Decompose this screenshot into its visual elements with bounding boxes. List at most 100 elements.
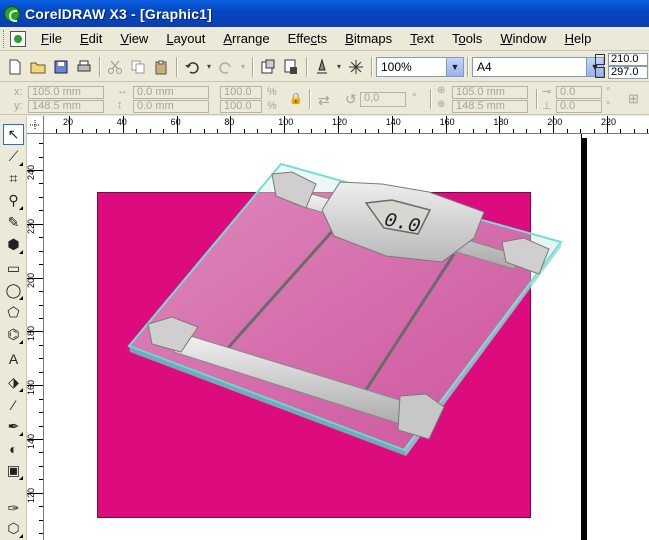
copy-icon [131, 60, 145, 73]
launcher-dropdown[interactable]: ▾ [334, 56, 344, 78]
toolbar-separator [99, 56, 101, 77]
mesh-fill-tool[interactable]: ⬡ [3, 518, 24, 539]
crop-tool[interactable]: ⌗ [3, 168, 24, 189]
center-x-field[interactable]: 105.0 mm [452, 86, 528, 99]
application-launcher-button[interactable] [311, 56, 333, 78]
skew-y-field[interactable]: 0.0 [556, 100, 602, 113]
print-button[interactable] [73, 56, 95, 78]
bathroom-scale-image[interactable]: 0.0 [44, 134, 649, 540]
polygon-icon: ⬠ [7, 304, 20, 320]
height-field[interactable]: 0.0 mm [133, 100, 209, 113]
interactive-fill-tool[interactable]: ▣ [3, 460, 24, 481]
drawing-canvas[interactable]: 0.0 [44, 134, 649, 540]
ruler-minor-tick [39, 452, 43, 454]
menu-view[interactable]: View [111, 28, 157, 49]
chevron-down-icon[interactable]: ▼ [446, 57, 463, 76]
ruler-origin[interactable] [27, 116, 44, 134]
coreldraw-app-icon[interactable] [4, 5, 20, 22]
skew-x-field[interactable]: 0.0 [556, 86, 602, 99]
rectangle-tool[interactable]: ▭ [3, 258, 24, 279]
width-field[interactable]: 0.0 mm [133, 86, 209, 99]
menu-layout[interactable]: Layout [157, 28, 214, 49]
ruler-minor-tick [39, 183, 43, 185]
paper-type-combo[interactable]: A4 ▼ [472, 56, 604, 77]
menu-help[interactable]: Help [556, 28, 601, 49]
ellipse-tool[interactable]: ◯ [3, 280, 24, 301]
corel-online-button[interactable] [345, 56, 367, 78]
shape-tool[interactable]: ⟋ [3, 146, 24, 167]
menu-text[interactable]: Text [401, 28, 443, 49]
transform-options-icon[interactable]: ⊞ [628, 91, 639, 107]
save-button[interactable] [50, 56, 72, 78]
document-icon[interactable] [10, 30, 26, 47]
undo-dropdown[interactable]: ▾ [204, 56, 214, 78]
ruler-minor-tick [95, 129, 97, 133]
star-burst-icon [349, 59, 363, 74]
polygon-tool[interactable]: ⬠ [3, 302, 24, 323]
pick-tool[interactable]: ↖ [3, 124, 24, 145]
menu-effects[interactable]: Effects [279, 28, 337, 49]
ruler-tick-label: 20 [63, 117, 74, 127]
undo-button[interactable] [181, 56, 203, 78]
degree-symbol: ° [412, 92, 417, 104]
menu-arrange[interactable]: Arrange [214, 28, 278, 49]
paste-icon [155, 60, 167, 74]
menu-window[interactable]: Window [491, 28, 555, 49]
open-folder-icon [30, 62, 46, 73]
toolbar-separator [467, 56, 469, 77]
vertical-ruler[interactable]: 240 220 200 180 160 140 120 [27, 134, 44, 540]
freehand-tool[interactable]: ✎ [3, 212, 24, 233]
fill-tool[interactable]: ◐ [3, 438, 24, 459]
x-position-field[interactable]: 105.0 mm [28, 86, 104, 99]
flyout-corner [19, 250, 23, 254]
smart-fill-tool[interactable]: ⬢ [3, 234, 24, 255]
window-title: CorelDRAW X3 - [Graphic1] [25, 5, 213, 22]
copy-button[interactable] [127, 56, 149, 78]
ruler-minor-tick [39, 492, 43, 494]
open-button[interactable] [27, 56, 49, 78]
menu-bitmaps[interactable]: Bitmaps [336, 28, 401, 49]
zoom-level-combo[interactable]: 100% ▼ [376, 56, 464, 77]
page-width-field[interactable]: 210.0 mm [608, 53, 648, 66]
interactive-blend-tool[interactable]: ⬗ [3, 372, 24, 393]
scale-y-field[interactable]: 100.0 [220, 100, 262, 113]
zoom-tool[interactable]: ⚲ [3, 190, 24, 211]
page-height-field[interactable]: 297.0 mm [608, 66, 648, 79]
rotate-icon: ↺ [345, 91, 357, 107]
redo-button[interactable] [215, 56, 237, 78]
ruler-minor-tick [55, 129, 57, 133]
eyedropper-tool[interactable]: ⁄ [3, 394, 24, 415]
ruler-minor-tick [176, 129, 178, 133]
toolbar-separator [306, 56, 308, 77]
outline-tool[interactable]: ✒ [3, 416, 24, 437]
horizontal-ruler[interactable]: 20 40 60 80 100 120 140 160 180 200 220 [44, 116, 649, 134]
menu-file[interactable]: File [32, 28, 71, 49]
lock-ratio-icon[interactable]: 🔒 [289, 92, 303, 105]
ruler-minor-tick [39, 196, 43, 198]
rotation-angle-field[interactable]: 0,0 [360, 92, 406, 107]
text-tool[interactable]: A [3, 348, 24, 369]
y-label: y: [14, 100, 23, 112]
ruler-tick-label: 180 [27, 326, 36, 342]
mirror-icon[interactable]: ⇄ [318, 92, 330, 109]
export-button[interactable] [280, 56, 302, 78]
ruler-minor-tick [69, 129, 70, 133]
pen-tool[interactable]: ✑ [3, 498, 24, 519]
new-document-button[interactable] [4, 56, 26, 78]
paste-button[interactable] [150, 56, 172, 78]
y-position-field[interactable]: 148.5 mm [28, 100, 104, 113]
menubar-grip[interactable] [3, 29, 7, 48]
basic-shapes-tool[interactable]: ⌬ [3, 324, 24, 345]
ruler-minor-tick [364, 129, 366, 133]
redo-dropdown[interactable]: ▾ [238, 56, 248, 78]
menu-edit[interactable]: Edit [71, 28, 111, 49]
import-button[interactable] [257, 56, 279, 78]
fill-icon: ◐ [9, 440, 18, 457]
ruler-minor-tick [82, 129, 84, 133]
ruler-minor-tick [39, 264, 43, 266]
cut-button[interactable] [104, 56, 126, 78]
scale-x-field[interactable]: 100.0 [220, 86, 262, 99]
menu-tools[interactable]: Tools [443, 28, 491, 49]
scale-y-percent: % [267, 100, 277, 112]
center-y-field[interactable]: 148.5 mm [452, 100, 528, 113]
